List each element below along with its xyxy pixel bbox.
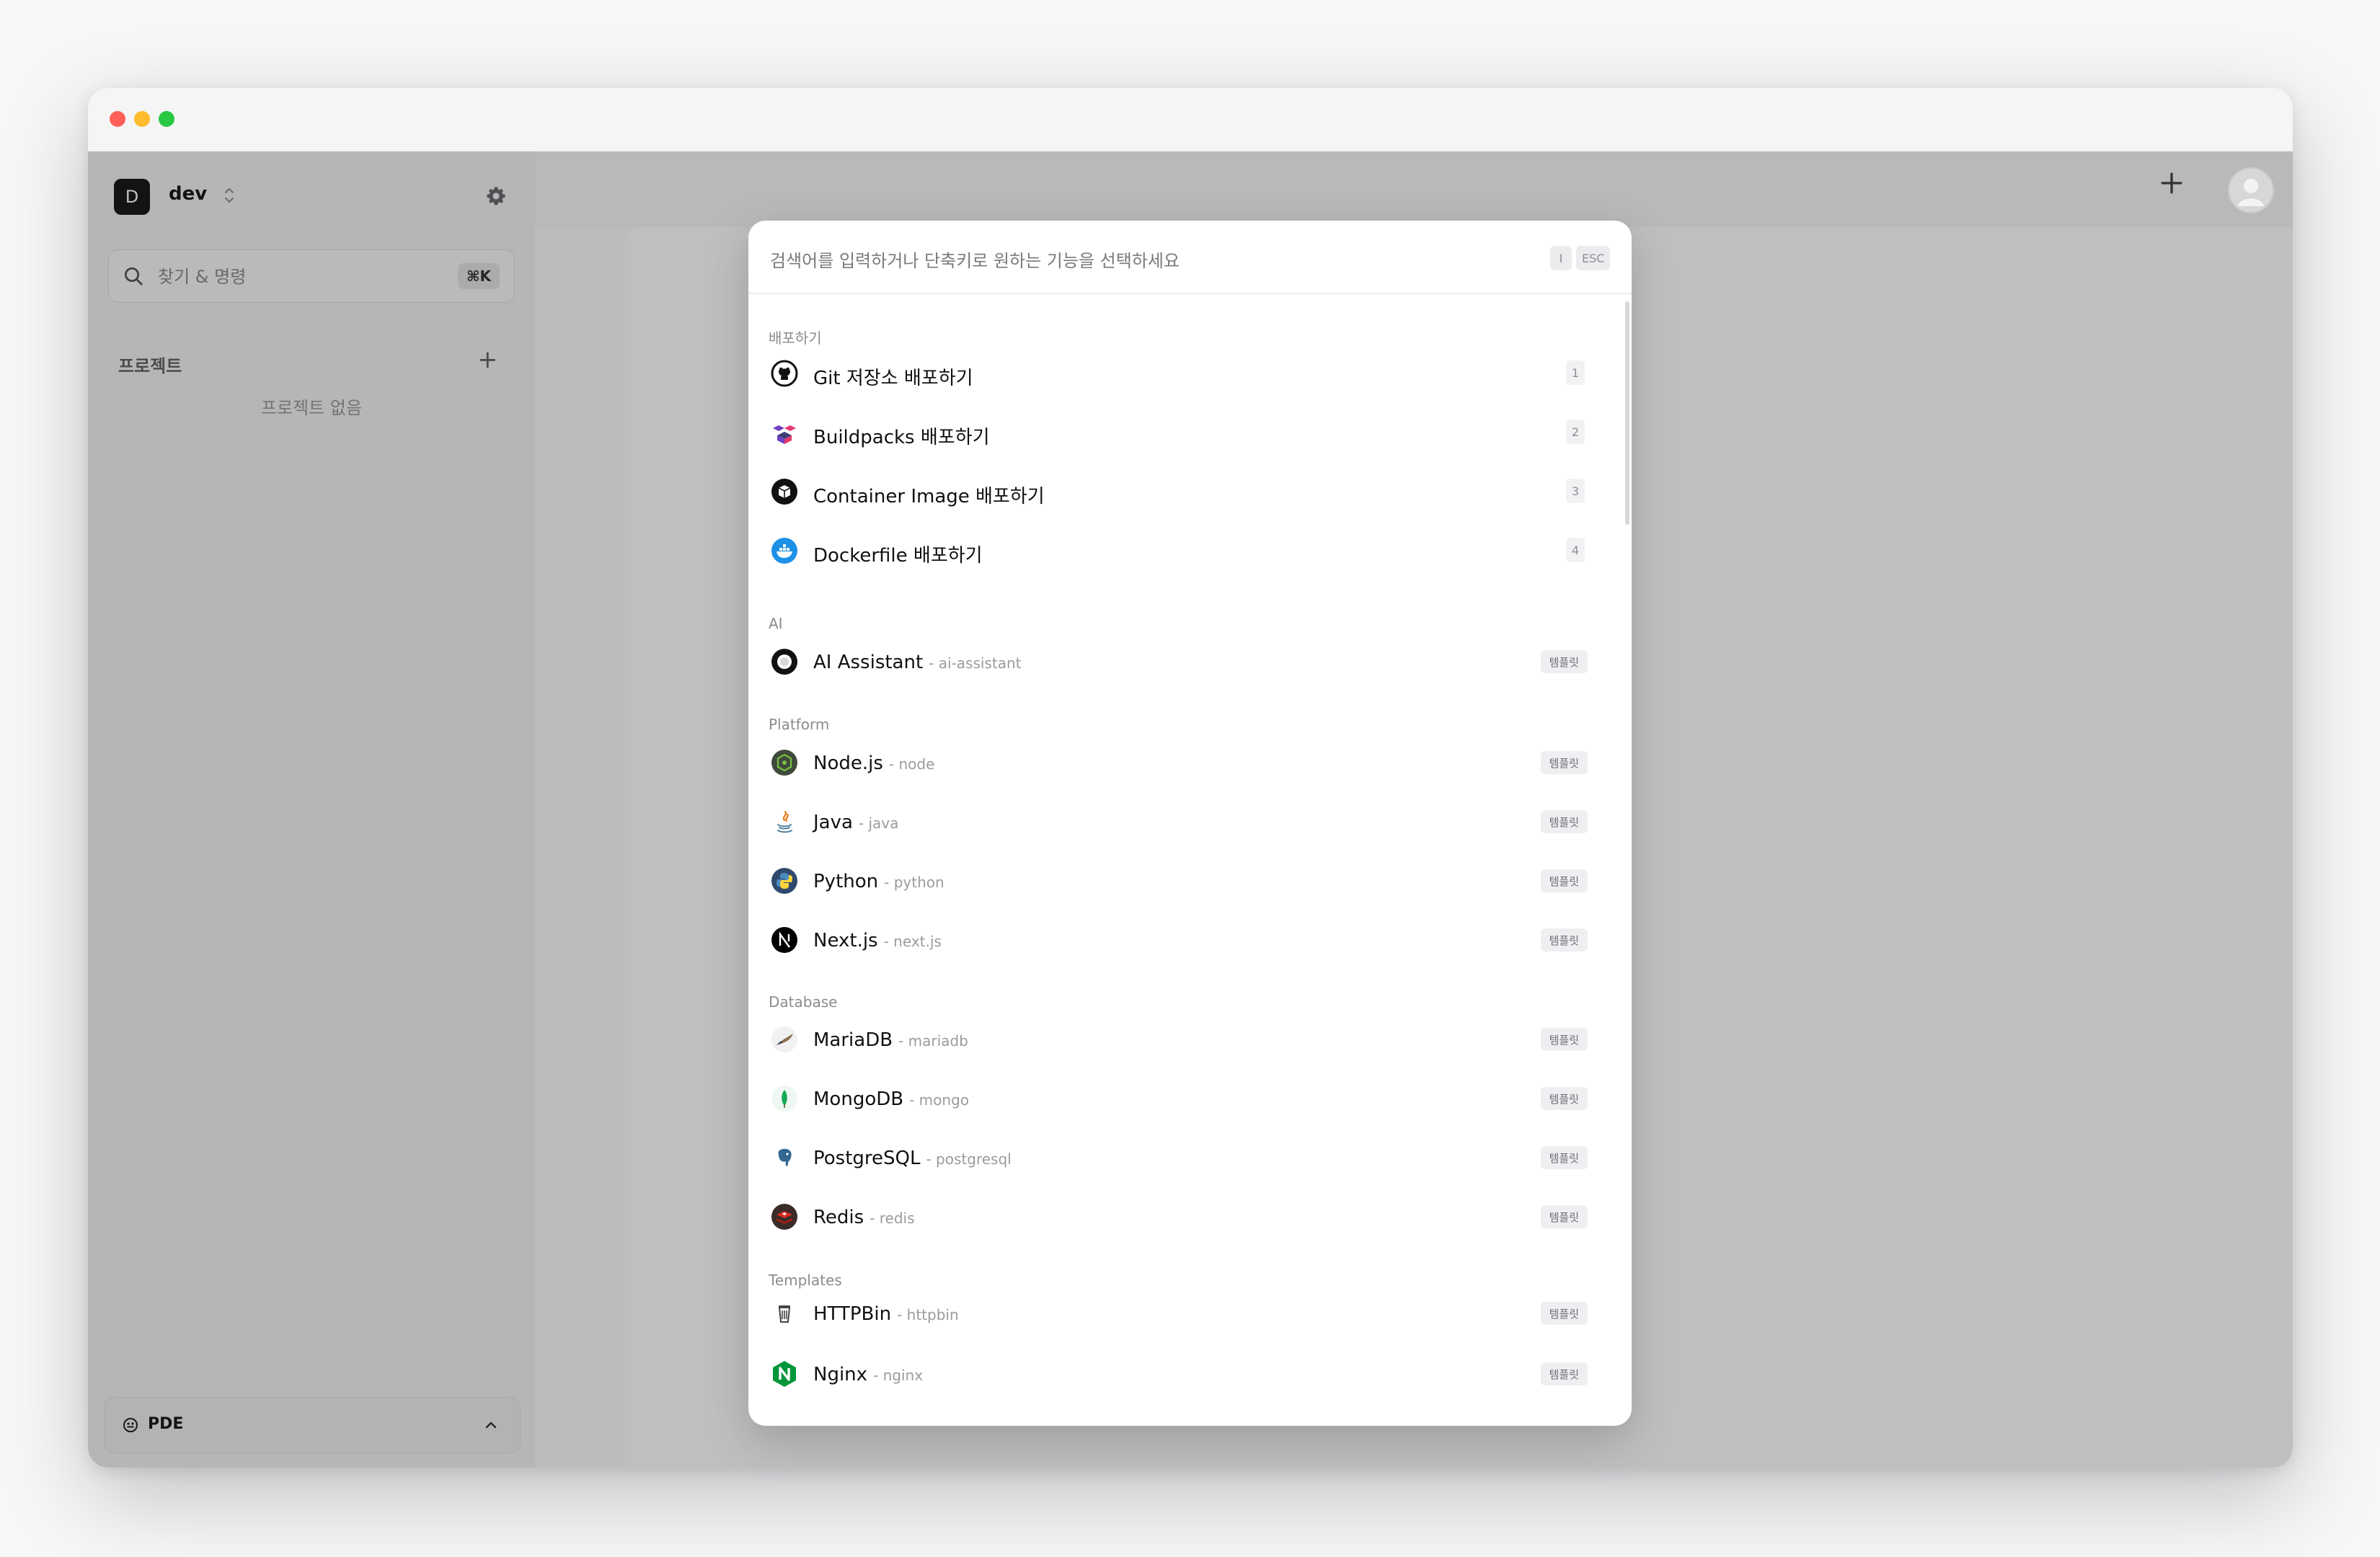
java-icon xyxy=(777,811,792,833)
nextjs-icon xyxy=(771,927,797,953)
plus-icon[interactable] xyxy=(2156,167,2187,199)
list-item[interactable]: Git 저장소 배포하기 1 xyxy=(758,346,1609,399)
list-item[interactable]: Nginx - nginx 템플릿 xyxy=(758,1347,1609,1400)
close-window-button[interactable] xyxy=(110,111,125,127)
template-badge: 템플릿 xyxy=(1540,650,1588,673)
list-item[interactable]: HTTPBin - httpbin 템플릿 xyxy=(758,1286,1609,1339)
item-label: MongoDB - mongo xyxy=(813,1088,969,1110)
docker-icon xyxy=(771,538,797,564)
template-badge: 템플릿 xyxy=(1540,1146,1588,1169)
ai-assistant-icon xyxy=(771,649,797,675)
template-badge: 템플릿 xyxy=(1540,1302,1588,1325)
item-label: Node.js - node xyxy=(813,753,935,774)
list-item[interactable]: MongoDB - mongo 템플릿 xyxy=(758,1071,1609,1124)
zoom-window-button[interactable] xyxy=(159,111,174,127)
template-badge: 템플릿 xyxy=(1540,810,1588,833)
httpbin-icon xyxy=(778,1305,791,1323)
shortcut-key: 3 xyxy=(1566,479,1585,503)
item-label: HTTPBin - httpbin xyxy=(813,1303,959,1325)
item-label: PostgreSQL - postgresql xyxy=(813,1148,1012,1169)
command-palette: I ESC 배포하기 Git 저장소 배포하기 1 Buildpacks 배포하… xyxy=(748,221,1632,1426)
postgresql-icon xyxy=(777,1148,792,1168)
list-item[interactable]: Python - python 템플릿 xyxy=(758,853,1609,907)
buildpacks-icon xyxy=(773,425,796,444)
github-icon xyxy=(771,360,798,387)
command-palette-input[interactable] xyxy=(769,242,1521,280)
user-avatar[interactable] xyxy=(2228,167,2274,213)
list-item[interactable]: Java - java 템플릿 xyxy=(758,794,1609,848)
list-item[interactable]: Next.js - next.js 템플릿 xyxy=(758,913,1609,966)
list-item[interactable]: Container Image 배포하기 3 xyxy=(758,464,1609,518)
section-deploy: 배포하기 xyxy=(769,329,822,347)
shortcut-key: 4 xyxy=(1566,538,1585,562)
list-item[interactable]: Buildpacks 배포하기 2 xyxy=(758,405,1609,458)
shortcut-i-badge: I xyxy=(1550,246,1572,270)
mongodb-icon xyxy=(771,1086,797,1112)
shortcut-key: 1 xyxy=(1566,360,1585,385)
item-label: Dockerfile 배포하기 xyxy=(813,545,983,567)
item-label: Redis - redis xyxy=(813,1207,915,1228)
section-database: Database xyxy=(769,993,838,1011)
list-item[interactable]: AI Assistant - ai-assistant 템플릿 xyxy=(758,634,1609,688)
template-badge: 템플릿 xyxy=(1540,1087,1588,1110)
list-item[interactable]: PostgreSQL - postgresql 템플릿 xyxy=(758,1130,1609,1184)
nodejs-icon xyxy=(771,750,797,776)
title-bar xyxy=(88,88,2293,152)
item-label: AI Assistant - ai-assistant xyxy=(813,652,1022,673)
mariadb-icon xyxy=(771,1026,797,1052)
item-label: MariaDB - mariadb xyxy=(813,1029,968,1051)
minimize-window-button[interactable] xyxy=(134,111,150,127)
python-icon xyxy=(771,868,797,894)
nginx-icon xyxy=(773,1361,796,1387)
item-label: Git 저장소 배포하기 xyxy=(813,368,973,389)
template-badge: 템플릿 xyxy=(1540,1362,1588,1385)
list-item[interactable]: Redis - redis 템플릿 xyxy=(758,1189,1609,1243)
section-ai: AI xyxy=(769,615,783,632)
redis-icon xyxy=(771,1204,797,1230)
template-badge: 템플릿 xyxy=(1540,1028,1588,1051)
template-badge: 템플릿 xyxy=(1540,928,1588,952)
shortcut-key: 2 xyxy=(1566,420,1585,444)
list-item[interactable]: Dockerfile 배포하기 4 xyxy=(758,523,1609,577)
template-badge: 템플릿 xyxy=(1540,869,1588,892)
item-label: Container Image 배포하기 xyxy=(813,486,1045,507)
user-icon xyxy=(2238,179,2264,206)
item-label: Java - java xyxy=(813,812,899,833)
template-badge: 템플릿 xyxy=(1540,751,1588,774)
item-label: Next.js - next.js xyxy=(813,930,942,952)
container-image-icon xyxy=(771,479,797,505)
command-list: 배포하기 Git 저장소 배포하기 1 Buildpacks 배포하기 2 Co… xyxy=(748,294,1632,1426)
esc-badge[interactable]: ESC xyxy=(1576,246,1611,270)
section-platform: Platform xyxy=(769,716,830,733)
item-label: Buildpacks 배포하기 xyxy=(813,427,990,448)
list-item[interactable]: Node.js - node 템플릿 xyxy=(758,735,1609,789)
template-badge: 템플릿 xyxy=(1540,1205,1588,1228)
item-label: Python - python xyxy=(813,871,945,892)
list-item[interactable]: MariaDB - mariadb 템플릿 xyxy=(758,1012,1609,1065)
item-label: Nginx - nginx xyxy=(813,1364,924,1385)
